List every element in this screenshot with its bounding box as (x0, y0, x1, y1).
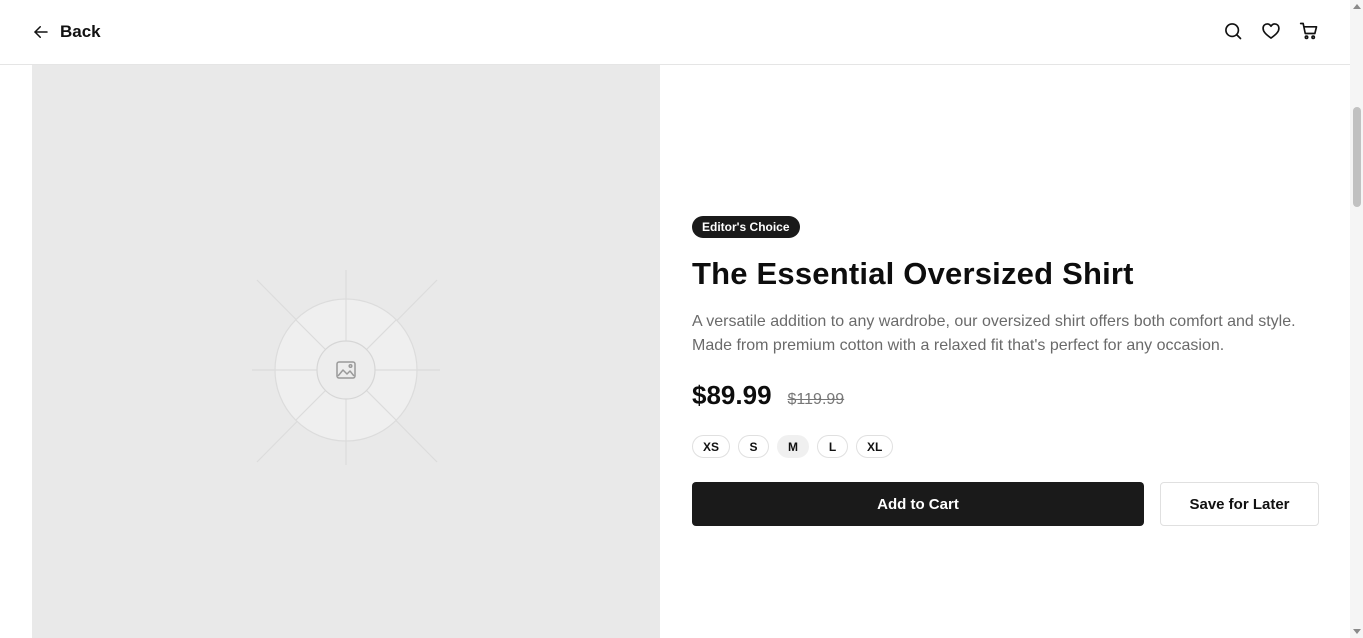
size-option-xs[interactable]: XS (692, 435, 731, 458)
top-nav: Back (0, 0, 1350, 65)
cart-icon (1299, 22, 1318, 40)
wishlist-button[interactable] (1260, 20, 1282, 42)
vertical-scrollbar[interactable] (1350, 0, 1363, 638)
product-description: A versatile addition to any wardrobe, ou… (692, 313, 1296, 354)
arrow-left-icon (34, 26, 48, 38)
size-option-l[interactable]: L (817, 435, 849, 458)
product-details: Editor's Choice The Essential Oversized … (692, 216, 1319, 526)
editors-choice-badge: Editor's Choice (692, 216, 800, 238)
cart-button[interactable] (1298, 20, 1320, 42)
back-label: Back (60, 22, 101, 41)
scroll-down-arrow-icon[interactable] (1353, 629, 1361, 634)
original-price: $119.99 (787, 391, 845, 408)
product-image-placeholder (32, 65, 660, 638)
size-option-xl[interactable]: XL (856, 435, 894, 458)
image-placeholder-icon (252, 270, 440, 465)
header-actions (1222, 20, 1320, 42)
search-button[interactable] (1222, 20, 1244, 42)
current-price: $89.99 (692, 380, 772, 410)
size-selector: XS S M L XL (692, 435, 1319, 458)
back-button[interactable]: Back (32, 20, 101, 44)
product-title: The Essential Oversized Shirt (692, 256, 1134, 291)
add-to-cart-button[interactable]: Add to Cart (692, 482, 1144, 526)
size-option-s[interactable]: S (738, 435, 770, 458)
search-icon (1225, 23, 1242, 40)
heart-icon (1262, 23, 1280, 39)
size-option-m[interactable]: M (777, 435, 810, 458)
price-row: $89.99 $119.99 (692, 380, 1319, 411)
product-actions: Add to Cart Save for Later (692, 482, 1319, 526)
scroll-thumb[interactable] (1353, 107, 1361, 207)
scroll-up-arrow-icon[interactable] (1353, 4, 1361, 9)
save-for-later-button[interactable]: Save for Later (1160, 482, 1319, 526)
